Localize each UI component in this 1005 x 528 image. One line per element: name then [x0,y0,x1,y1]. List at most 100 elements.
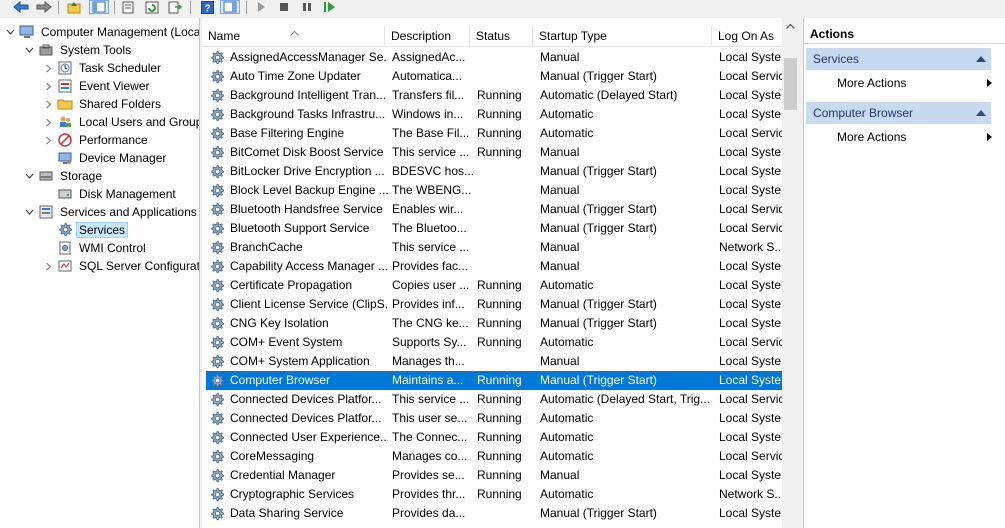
table-row[interactable]: Auto Time Zone Updater Automatica... Manua… [206,67,783,86]
table-row[interactable]: CoreMessaging Manages co... Running Automat… [206,447,783,466]
tree-expander[interactable] [4,26,16,38]
scroll-thumb[interactable] [784,58,797,110]
table-row[interactable]: Computer Browser Maintains a... Running Man… [206,371,783,390]
scroll-up-icon[interactable] [782,18,799,35]
table-row[interactable]: Background Tasks Infrastru... Windows in.… [206,105,783,124]
tree-expander[interactable] [42,134,54,146]
help-icon[interactable]: ? [199,0,215,14]
tree-collapsed-icon[interactable] [44,64,53,73]
tree-item-device-manager[interactable]: Device Manager [42,149,168,167]
column-name[interactable]: Name [202,26,385,46]
column-description[interactable]: Description [385,26,470,46]
table-row[interactable]: Bluetooth Handsfree Service Enables wir..… [206,200,783,219]
table-row[interactable]: Connected User Experience... The Connec..… [206,428,783,447]
cell-name: CoreMessaging [230,449,315,463]
export-list-icon[interactable] [167,0,183,14]
collapse-up-icon[interactable] [976,56,986,62]
tree-expander[interactable] [42,80,54,92]
tree-expanded-icon[interactable] [25,208,34,217]
table-row[interactable]: Connected Devices Platfor... This service… [206,390,783,409]
table-row[interactable]: Cryptographic Services Provides thr... Run… [206,485,783,504]
stop-service-icon[interactable] [276,0,292,14]
table-row[interactable]: Connected Devices Platfor... This user se… [206,409,783,428]
actions-section-computer-browser[interactable]: Computer Browser [806,102,991,124]
tree-collapsed-icon[interactable] [44,118,53,127]
tree-item-disk-management[interactable]: Disk Management [42,185,178,203]
cell-startup-type: Manual [540,240,580,254]
cell-startup-type: Automatic (Delayed Start) [540,88,678,102]
tree-item-local-users-and-groups[interactable]: Local Users and Groups [42,113,199,131]
forward-arrow-icon[interactable] [36,0,52,14]
table-row[interactable]: Bluetooth Support Service The Bluetoo... M… [206,219,783,238]
tree-item-services[interactable]: Services [42,221,129,239]
tree-item-wmi-control[interactable]: WMI Control [42,239,148,257]
table-row[interactable]: Certificate Propagation Copies user ... Ru… [206,276,783,295]
tree-expanded-icon[interactable] [25,46,34,55]
tree-item-services-and-applications[interactable]: Services and Applications [23,203,199,221]
tree-item-shared-folders[interactable]: Shared Folders [42,95,163,113]
table-row[interactable]: Client License Service (ClipS... Provides… [206,295,783,314]
table-row[interactable]: Background Intelligent Tran... Transfers … [206,86,783,105]
table-row[interactable]: CNG Key Isolation The CNG ke... Running Man… [206,314,783,333]
tree-expander[interactable] [42,98,54,110]
up-folder-icon[interactable] [66,0,82,14]
tree-expander[interactable] [23,44,35,56]
table-row[interactable]: Block Level Backup Engine ... The WBENG..… [206,181,783,200]
tree-item-system-tools[interactable]: System Tools [23,41,133,59]
table-row[interactable]: COM+ System Application Manages th... Manu… [206,352,783,371]
column-status[interactable]: Status [470,26,533,46]
properties-icon[interactable] [120,0,136,14]
refresh-icon[interactable] [144,0,160,14]
tree-item-label: Services and Applications [60,205,197,219]
table-row[interactable]: Base Filtering Engine The Base Fil... Runn… [206,124,783,143]
cell-description: The Bluetoo... [392,221,467,235]
table-row[interactable]: BranchCache This service ... Manual Network… [206,238,783,257]
show-hide-action-pane-icon[interactable] [220,0,240,14]
tree-item-sql-server-configuratic[interactable]: SQL Server Configuratic [42,257,199,275]
cell-description: Automatica... [392,69,463,83]
tree-item-storage[interactable]: Storage [23,167,104,185]
tree-item-label: Computer Management (Local [41,25,200,39]
cell-name: AssignedAccessManager Se... [230,50,388,64]
disk-icon [57,186,73,202]
table-row[interactable]: Credential Manager Provides se... Running M… [206,466,783,485]
pause-service-icon[interactable] [299,0,315,14]
start-service-icon[interactable] [253,0,269,14]
tree-item-computer-management-local[interactable]: Computer Management (Local [4,23,200,41]
cell-status [477,162,537,181]
sort-ascending-icon [290,31,299,36]
collapse-up-icon[interactable] [976,110,986,116]
tree-collapsed-icon[interactable] [44,136,53,145]
show-hide-console-tree-icon[interactable] [89,0,109,14]
tree-expander[interactable] [42,116,54,128]
tree-collapsed-icon[interactable] [44,262,53,271]
column-startup-type[interactable]: Startup Type [533,26,712,46]
cell-startup-type: Automatic [540,487,594,501]
table-row[interactable]: Capability Access Manager ... Provides fa… [206,257,783,276]
table-row[interactable]: Data Sharing Service Provides da... Manual… [206,504,783,523]
tree-item-event-viewer[interactable]: Event Viewer [42,77,151,95]
actions-section-services[interactable]: Services [806,48,991,70]
restart-service-icon[interactable] [322,0,338,14]
back-arrow-icon[interactable] [13,0,29,14]
cell-log-on-as: Local Syste... [719,506,783,520]
cell-description: This service ... [392,392,470,406]
more-actions-computer-browser[interactable]: More Actions [837,127,992,147]
more-actions-services[interactable]: More Actions [837,73,992,93]
vertical-scrollbar[interactable] [782,18,799,528]
tree-expanded-icon[interactable] [25,172,34,181]
cell-startup-type: Manual (Trigger Start) [540,373,657,387]
tree-expander[interactable] [23,170,35,182]
tree-expander[interactable] [23,206,35,218]
tree-item-task-scheduler[interactable]: Task Scheduler [42,59,163,77]
table-row[interactable]: BitComet Disk Boost Service This service … [206,143,783,162]
tree-expanded-icon[interactable] [6,28,15,37]
tree-collapsed-icon[interactable] [44,82,53,91]
table-row[interactable]: BitLocker Drive Encryption ... BDESVC hos… [206,162,783,181]
tree-expander[interactable] [42,260,54,272]
tree-expander[interactable] [42,62,54,74]
table-row[interactable]: COM+ Event System Supports Sy... Running Au… [206,333,783,352]
tree-item-performance[interactable]: Performance [42,131,150,149]
tree-collapsed-icon[interactable] [44,100,53,109]
table-row[interactable]: AssignedAccessManager Se... AssignedAc...… [206,48,783,67]
